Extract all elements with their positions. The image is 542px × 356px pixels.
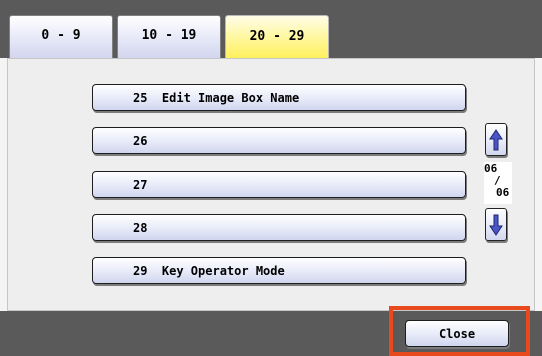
item-26[interactable]: 26	[92, 127, 466, 154]
arrow-down-icon	[489, 214, 503, 236]
scroll-up-button[interactable]	[485, 123, 507, 156]
item-28[interactable]: 28	[92, 214, 466, 241]
page-indicator: 06 / 06	[484, 162, 512, 204]
tab-20-29[interactable]: 20 - 29	[225, 15, 329, 59]
arrow-up-icon	[489, 128, 503, 150]
item-edit-image-box-name[interactable]: 25 Edit Image Box Name	[92, 84, 466, 111]
tab-10-19[interactable]: 10 - 19	[117, 15, 221, 58]
tab-0-9[interactable]: 0 - 9	[9, 15, 113, 58]
close-button[interactable]: Close	[405, 320, 509, 347]
scroll-down-button[interactable]	[485, 208, 507, 241]
item-27[interactable]: 27	[92, 171, 466, 198]
item-key-operator-mode[interactable]: 29 Key Operator Mode	[92, 257, 466, 284]
tab-bar: 0 - 9 10 - 19 20 - 29	[0, 0, 542, 59]
page-total: 06	[496, 186, 510, 199]
